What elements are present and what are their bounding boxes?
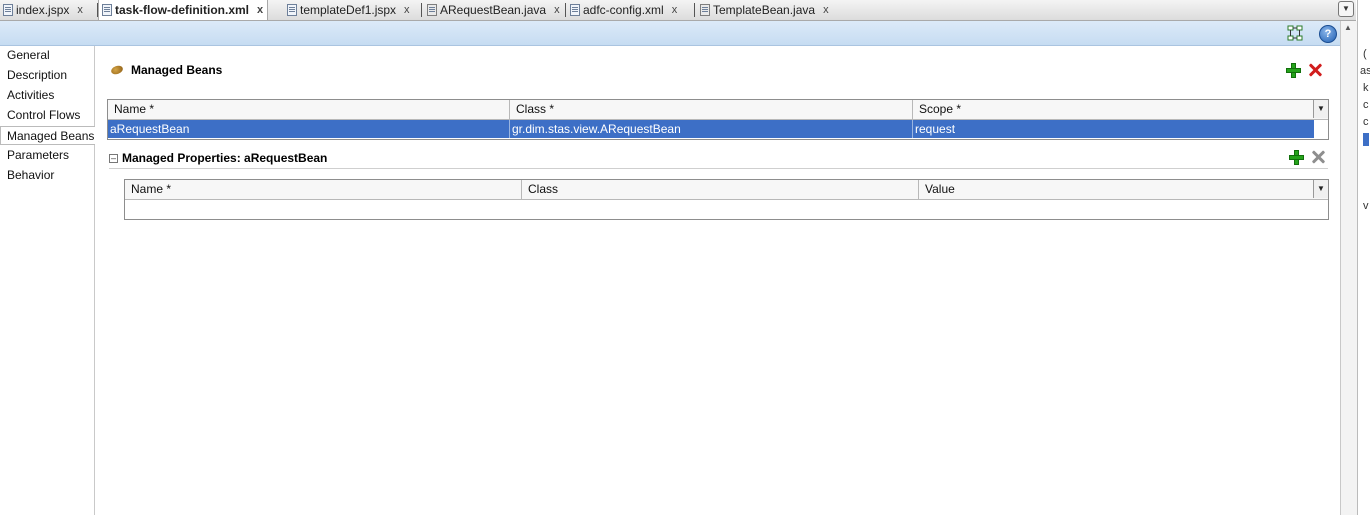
column-header-name[interactable]: Name * <box>108 100 510 119</box>
java-file-icon <box>427 3 437 16</box>
tab-task-flow-definition[interactable]: task-flow-definition.xml x <box>98 0 269 20</box>
tab-label: templateDef1.jspx <box>300 2 397 17</box>
section-title: Managed Beans <box>131 63 223 77</box>
tab-separator <box>421 3 422 17</box>
cell-scope[interactable]: request <box>913 120 1314 138</box>
tab-templatebean-java[interactable]: TemplateBean.java x <box>697 0 829 19</box>
column-header-name[interactable]: Name * <box>125 180 522 199</box>
panel-fragment: v <box>1363 200 1369 212</box>
nav-item-activities[interactable]: Activities <box>0 86 94 105</box>
tab-arequestbean-java[interactable]: ARequestBean.java x <box>424 0 560 19</box>
managed-properties-header: – Managed Properties: aRequestBean <box>109 150 327 166</box>
table-header: Name * Class Value ▼ <box>125 180 1328 200</box>
tab-label: adfc-config.xml <box>583 2 664 17</box>
jspx-file-icon <box>3 3 13 16</box>
tab-separator <box>565 3 566 17</box>
column-header-class[interactable]: Class * <box>510 100 913 119</box>
section-divider <box>109 168 1328 169</box>
panel-fragment: k <box>1363 82 1369 94</box>
column-header-scope[interactable]: Scope * <box>913 100 1314 119</box>
tab-close-icon[interactable]: x <box>257 4 263 16</box>
add-bean-icon[interactable] <box>1285 62 1301 78</box>
nav-item-general[interactable]: General <box>0 46 94 65</box>
cell-name[interactable]: aRequestBean <box>108 120 510 138</box>
right-panel-clipped: ( as k c c v <box>1357 0 1370 515</box>
vertical-scrollbar[interactable]: ▲ <box>1340 21 1357 515</box>
collapse-icon[interactable]: – <box>109 153 118 163</box>
tab-adfc-config-xml[interactable]: adfc-config.xml x <box>567 0 677 19</box>
structure-view-icon[interactable] <box>1287 25 1303 41</box>
panel-fragment: as <box>1360 65 1370 77</box>
editor-tab-strip: index.jspx x task-flow-definition.xml x … <box>0 0 1356 21</box>
editor-toolbar: ? <box>0 21 1340 46</box>
nav-item-description[interactable]: Description <box>0 66 94 85</box>
xml-file-icon <box>570 3 580 16</box>
tab-label: index.jspx <box>16 2 70 17</box>
tab-list-dropdown-icon[interactable]: ▼ <box>1338 1 1354 17</box>
nav-item-managed-beans[interactable]: Managed Beans <box>0 126 95 145</box>
table-header: Name * Class * Scope * ▼ <box>108 100 1328 120</box>
tab-close-icon[interactable]: x <box>404 4 410 16</box>
tab-label: ARequestBean.java <box>440 2 547 17</box>
column-header-value[interactable]: Value <box>919 180 1314 199</box>
managed-properties-table: Name * Class Value ▼ <box>124 179 1329 220</box>
delete-property-icon[interactable] <box>1310 149 1326 165</box>
column-menu-icon[interactable]: ▼ <box>1313 180 1328 198</box>
panel-fragment: c <box>1363 99 1369 111</box>
tab-close-icon[interactable]: x <box>823 4 829 16</box>
managed-beans-table: Name * Class * Scope * ▼ aRequestBean gr… <box>107 99 1329 140</box>
column-header-class[interactable]: Class <box>522 180 919 199</box>
tab-index-jspx[interactable]: index.jspx x <box>0 0 83 19</box>
tab-templatedef1-jspx[interactable]: templateDef1.jspx x <box>284 0 410 19</box>
tab-label: TemplateBean.java <box>713 2 816 17</box>
panel-fragment: ( <box>1363 48 1367 60</box>
delete-bean-icon[interactable] <box>1307 62 1323 78</box>
tab-label: task-flow-definition.xml <box>115 3 250 17</box>
scroll-up-arrow-icon[interactable]: ▲ <box>1344 23 1352 32</box>
nav-item-behavior[interactable]: Behavior <box>0 166 94 185</box>
tab-separator <box>694 3 695 17</box>
java-file-icon <box>700 3 710 16</box>
panel-selection-marker <box>1363 133 1369 146</box>
tab-close-icon[interactable]: x <box>672 4 678 16</box>
nav-item-parameters[interactable]: Parameters <box>0 146 94 165</box>
table-row[interactable]: aRequestBean gr.dim.stas.view.ARequestBe… <box>108 120 1314 138</box>
help-icon[interactable]: ? <box>1319 25 1337 43</box>
nav-item-control-flows[interactable]: Control Flows <box>0 106 94 125</box>
managed-beans-header: Managed Beans <box>108 62 222 78</box>
jspx-file-icon <box>287 3 297 16</box>
xml-file-icon <box>102 4 112 16</box>
panel-fragment: c <box>1363 116 1369 128</box>
tab-close-icon[interactable]: x <box>77 4 83 16</box>
tab-close-icon[interactable]: x <box>554 4 560 16</box>
cell-class[interactable]: gr.dim.stas.view.ARequestBean <box>510 120 913 138</box>
overview-nav: General Description Activities Control F… <box>0 46 95 515</box>
subsection-title: Managed Properties: aRequestBean <box>122 151 328 165</box>
bean-icon <box>109 64 125 76</box>
add-property-icon[interactable] <box>1288 149 1304 165</box>
column-menu-icon[interactable]: ▼ <box>1313 100 1328 118</box>
